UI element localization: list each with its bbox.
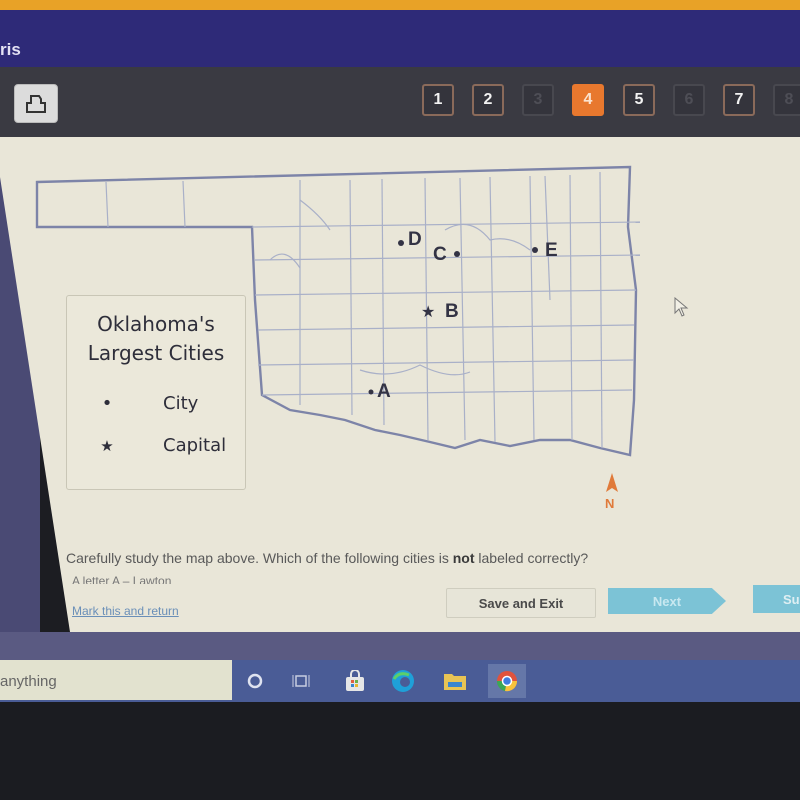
city-label-c: C — [433, 244, 447, 265]
screen-bezel-bottom — [0, 632, 800, 660]
capital-star-b: ★ — [421, 304, 435, 321]
legend-title: Oklahoma's Largest Cities — [87, 312, 225, 365]
printer-icon — [26, 94, 46, 113]
question-nav-7[interactable]: 7 — [723, 84, 755, 116]
question-nav-1[interactable]: 1 — [422, 84, 454, 116]
north-arrow-icon — [606, 473, 618, 492]
city-marker-c — [454, 251, 460, 257]
city-label-a: A — [377, 381, 391, 402]
chrome-icon[interactable] — [488, 664, 526, 698]
city-label-e: E — [545, 240, 558, 261]
taskbar-search-box[interactable]: anything — [0, 660, 232, 700]
question-nav-6[interactable]: 6 — [673, 84, 705, 116]
question-nav-3[interactable]: 3 — [522, 84, 554, 116]
next-button[interactable]: Next — [608, 588, 726, 614]
task-view-icon[interactable] — [285, 664, 319, 698]
city-marker-e — [532, 247, 538, 253]
edge-icon[interactable] — [386, 664, 420, 698]
question-nav-2[interactable]: 2 — [472, 84, 504, 116]
submit-button[interactable]: Su — [753, 585, 800, 613]
question-toolbar: 1 2 3 4 5 6 7 8 — [0, 67, 800, 137]
question-content: ★ D C E B A N Oklahoma's Largest Cities … — [0, 137, 800, 632]
mark-and-return-link[interactable]: Mark this and return — [72, 604, 179, 618]
cortana-circle-icon[interactable] — [238, 664, 272, 698]
answer-option-a[interactable]: A letter A – Lawton — [72, 574, 171, 584]
question-nav-5[interactable]: 5 — [623, 84, 655, 116]
compass-north-label: N — [605, 496, 615, 511]
top-accent-strip — [0, 0, 800, 10]
monitor-bezel-bottom — [0, 702, 800, 800]
question-nav-8[interactable]: 8 — [773, 84, 800, 116]
windows-taskbar: anything — [0, 660, 800, 702]
app-title-bar: ris — [0, 10, 800, 67]
city-label-d: D — [408, 229, 422, 250]
city-label-b: B — [445, 301, 459, 322]
app-title: ris — [0, 40, 21, 59]
store-icon[interactable] — [338, 664, 372, 698]
question-text: Carefully study the map above. Which of … — [66, 550, 589, 566]
save-and-exit-button[interactable]: Save and Exit — [446, 588, 596, 618]
capital-star-icon: ★ — [100, 437, 114, 455]
map-legend: Oklahoma's Largest Cities • City ★ Capit… — [66, 295, 246, 490]
print-button[interactable] — [14, 84, 58, 123]
city-dot-icon: • — [101, 393, 113, 414]
city-marker-a — [368, 389, 374, 395]
file-explorer-icon[interactable] — [438, 664, 472, 698]
question-nav-4[interactable]: 4 — [572, 84, 604, 116]
mouse-cursor-icon — [674, 297, 689, 317]
city-marker-d — [398, 240, 404, 246]
